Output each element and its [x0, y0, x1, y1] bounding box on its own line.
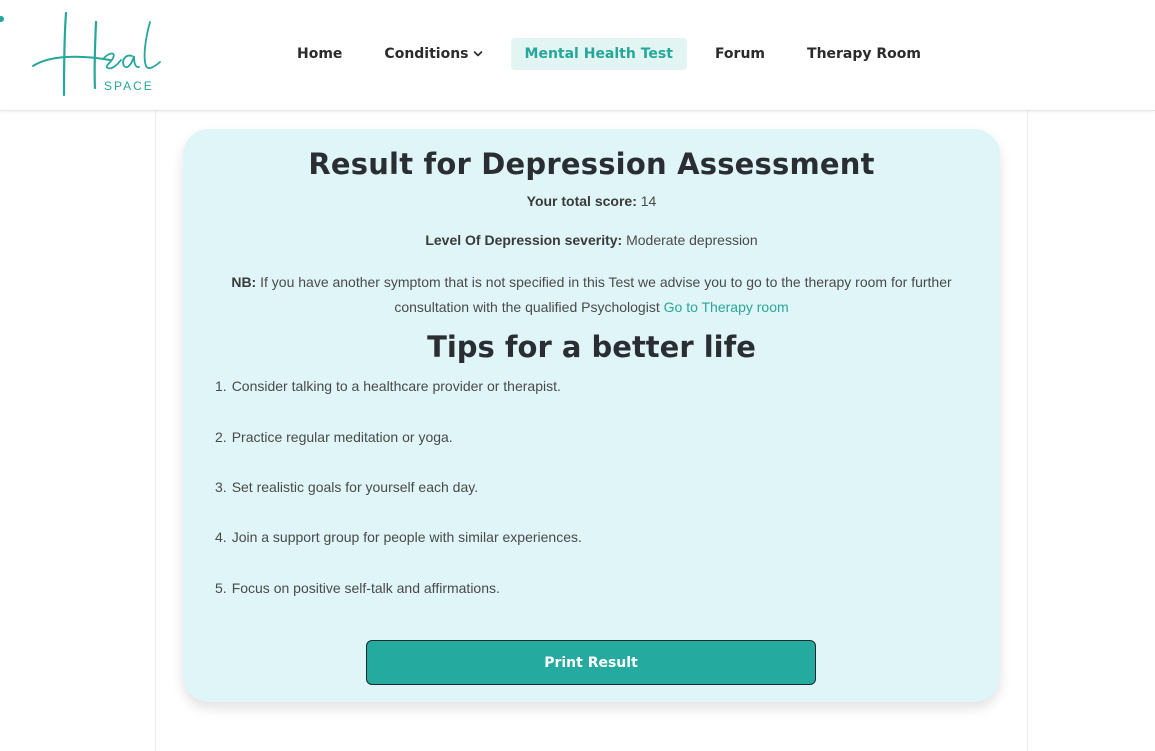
list-item: 3. Set realistic goals for yourself each …: [215, 479, 478, 495]
nav-therapy-room-label: Therapy Room: [807, 45, 922, 62]
nav-forum-label: Forum: [714, 45, 766, 62]
score-label: Your total score:: [526, 193, 637, 209]
chevron-down-icon: [473, 50, 482, 56]
site-header: SPACE Home Conditions Mental Health Test…: [0, 0, 1155, 111]
tip-text: Practice regular meditation or yoga.: [231, 429, 453, 445]
tip-text: Join a support group for people with sim…: [231, 529, 582, 545]
severity-level: Level Of Depression severity: Moderate d…: [183, 232, 1000, 248]
nav-forum[interactable]: Forum: [694, 38, 786, 70]
nav-mental-health-test[interactable]: Mental Health Test: [510, 38, 687, 70]
list-item: 2. Practice regular meditation or yoga.: [215, 429, 453, 445]
logo-sub: SPACE: [104, 79, 154, 93]
tip-number: 4.: [215, 529, 227, 545]
nav-therapy-room[interactable]: Therapy Room: [786, 38, 942, 70]
total-score: Your total score: 14: [183, 193, 1000, 209]
heal-space-logo[interactable]: SPACE: [0, 0, 175, 105]
nav-mental-health-test-label: Mental Health Test: [524, 45, 673, 62]
nb-note: NB: If you have another symptom that is …: [201, 270, 982, 320]
nb-text: If you have another symptom that is not …: [260, 274, 952, 315]
tip-number: 3.: [215, 479, 227, 495]
nav-home[interactable]: Home: [276, 38, 363, 70]
score-value: 14: [640, 193, 657, 209]
nav-conditions-label: Conditions: [384, 45, 469, 62]
tip-text: Consider talking to a healthcare provide…: [231, 378, 561, 394]
list-item: 1. Consider talking to a healthcare provi…: [215, 378, 561, 394]
logo-icon: SPACE: [0, 11, 161, 97]
list-item: 5. Focus on positive self-talk and affirm…: [215, 580, 500, 596]
therapy-room-link[interactable]: Go to Therapy room: [664, 299, 789, 315]
tips-title: Tips for a better life: [427, 330, 756, 364]
result-card: Result for Depression Assessment Your to…: [183, 129, 1000, 702]
severity-label: Level Of Depression severity:: [425, 232, 623, 248]
severity-value: Moderate depression: [626, 232, 758, 248]
nav-home-label: Home: [297, 45, 343, 62]
tip-number: 2.: [215, 429, 227, 445]
nav-conditions[interactable]: Conditions: [363, 38, 503, 70]
tip-number: 1.: [215, 378, 227, 394]
list-item: 4. Join a support group for people with s…: [215, 529, 582, 545]
result-title: Result for Depression Assessment: [308, 147, 875, 181]
tip-text: Set realistic goals for yourself each da…: [231, 479, 479, 495]
nb-label: NB:: [231, 274, 257, 290]
print-result-button[interactable]: Print Result: [366, 640, 816, 685]
tip-text: Focus on positive self-talk and affirmat…: [231, 580, 500, 596]
main-nav: Home Conditions Mental Health Test Forum…: [276, 38, 942, 70]
tip-number: 5.: [215, 580, 227, 596]
